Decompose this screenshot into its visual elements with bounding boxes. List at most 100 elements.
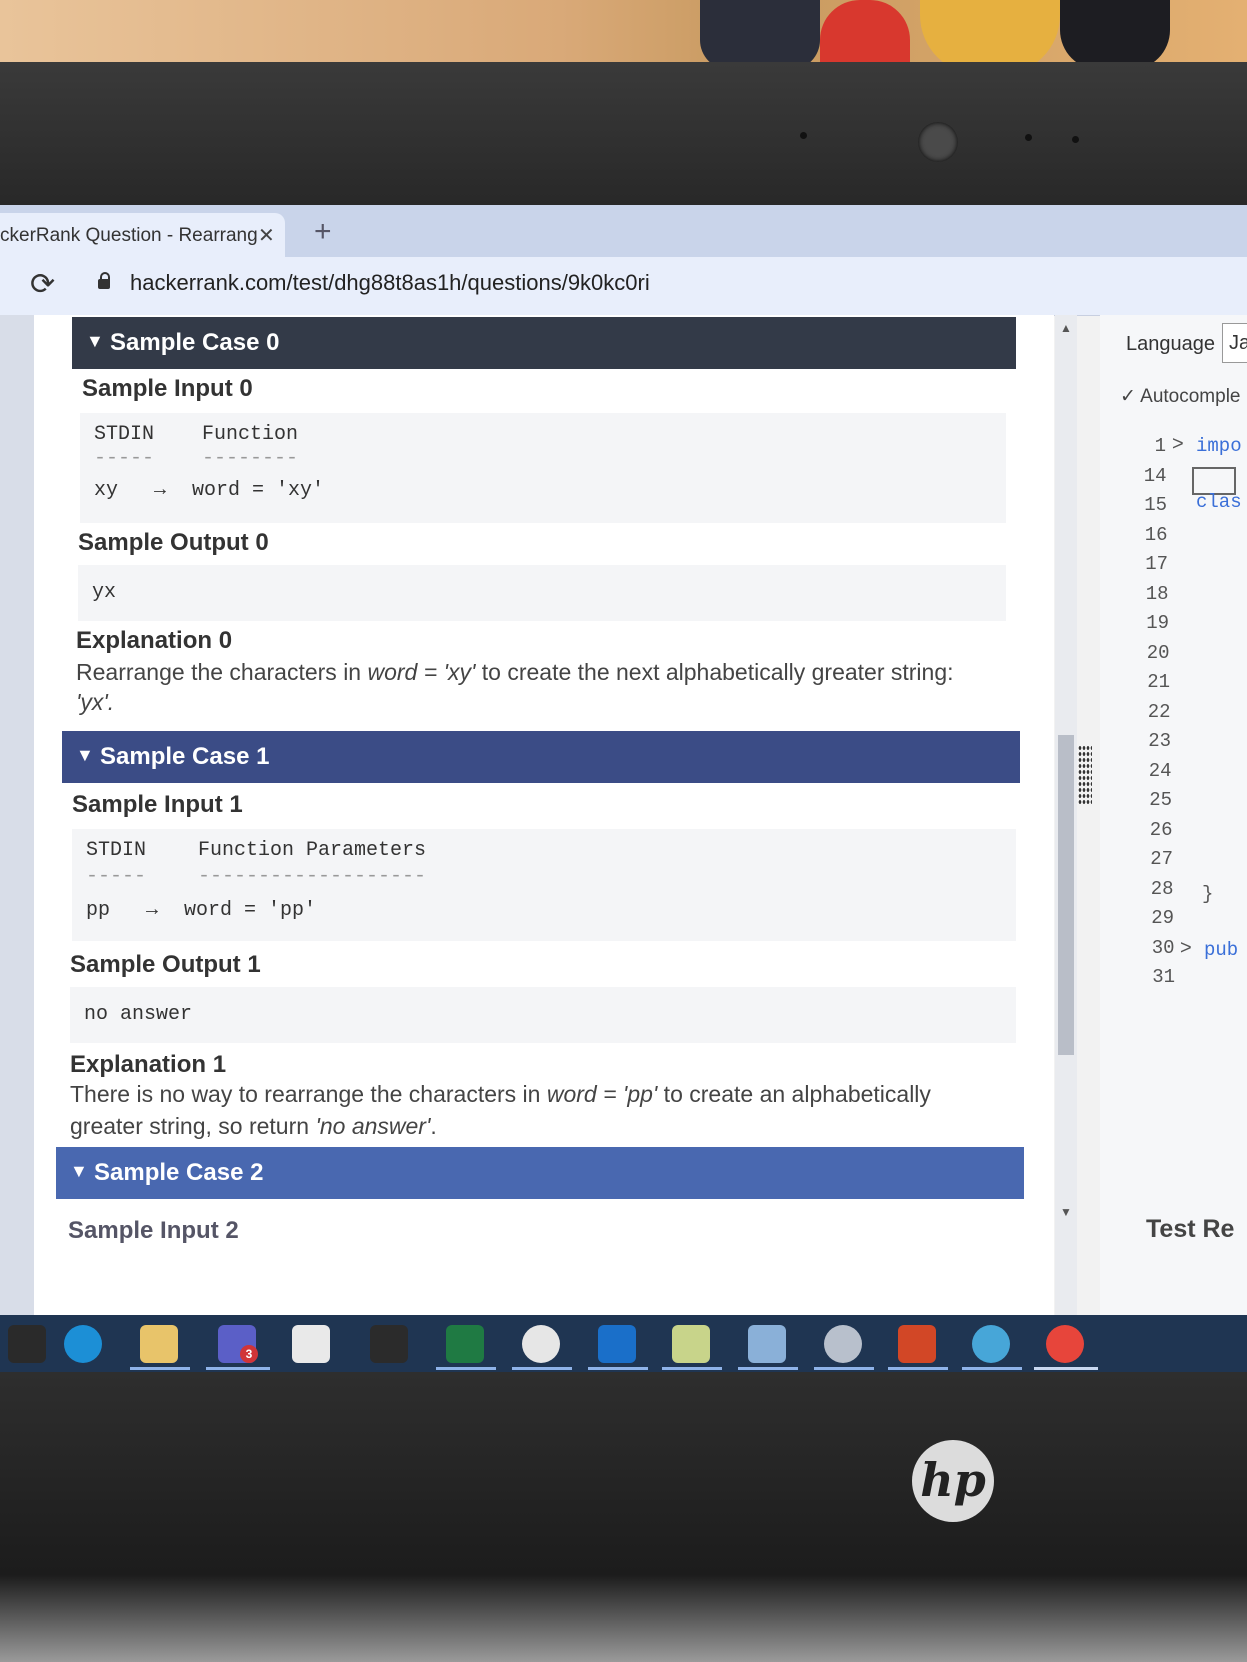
running-indicator: [130, 1367, 190, 1370]
collapse-triangle-icon: ▼: [70, 1161, 88, 1181]
sample-case-title: Sample Case 2: [94, 1159, 264, 1186]
excel-icon[interactable]: [446, 1325, 484, 1363]
windows-taskbar: 3: [0, 1315, 1247, 1372]
explanation-label: Explanation 0: [76, 627, 233, 654]
background-object: [700, 0, 820, 70]
new-tab-button[interactable]: +: [314, 215, 332, 249]
laptop-bezel-bottom: hp: [0, 1372, 1247, 1662]
input-value: pp: [86, 899, 111, 922]
line-number: 17: [1145, 553, 1168, 575]
sample-output-label: Sample Output 0: [78, 529, 269, 556]
vertical-scrollbar[interactable]: ▲ ▼: [1055, 315, 1077, 1315]
line-number: 20: [1146, 641, 1170, 664]
teams-icon[interactable]: 3: [218, 1325, 258, 1363]
collapse-triangle-icon: ▼: [76, 745, 94, 765]
laptop-bezel-top: [0, 62, 1247, 222]
stdin-rule: -----: [86, 865, 147, 888]
sample-input-label: Sample Input 0: [82, 375, 253, 402]
explanation-text-line2: greater string, so return 'no answer'.: [70, 1113, 437, 1140]
explanation-code: 'yx'.: [76, 689, 115, 715]
explanation-text-part: Rearrange the characters in: [76, 659, 368, 685]
line-number: 23: [1148, 730, 1171, 752]
line-number: 29: [1151, 907, 1174, 929]
running-indicator: [436, 1367, 496, 1370]
browser-tab[interactable]: ckerRank Question - Rearrang ✕: [0, 213, 285, 257]
explanation-text-part: .: [430, 1113, 437, 1139]
terminal-icon[interactable]: [370, 1325, 408, 1363]
output-value: no answer: [84, 1003, 193, 1026]
explanation-code: word = 'pp': [546, 1081, 658, 1107]
chart-app-icon[interactable]: [672, 1325, 710, 1363]
lock-app-icon[interactable]: [748, 1325, 786, 1363]
test-results-label: Test Re: [1146, 1215, 1235, 1243]
sample-output-box: yx: [78, 565, 1006, 621]
code-token[interactable]: clas: [1196, 491, 1242, 513]
network-app-icon[interactable]: [824, 1325, 862, 1363]
line-number: 31: [1152, 966, 1175, 988]
task-view-icon[interactable]: [8, 1325, 46, 1363]
running-indicator: [588, 1367, 648, 1370]
sample-case-1-header[interactable]: ▼ Sample Case 1: [62, 731, 1020, 783]
check-circle-icon: ✓: [1120, 386, 1141, 407]
line-number: 19: [1146, 612, 1169, 634]
line-number: 26: [1149, 818, 1173, 841]
fold-arrow-icon[interactable]: >: [1180, 937, 1192, 960]
code-token[interactable]: }: [1202, 883, 1213, 905]
running-indicator: [962, 1367, 1022, 1370]
stdin-rule: -----: [94, 447, 155, 470]
arrow-glyph: →: [154, 479, 167, 502]
reload-icon[interactable]: ⟳: [30, 267, 55, 302]
sample-output-box: no answer: [70, 987, 1016, 1043]
line-number: 22: [1147, 700, 1171, 723]
sample-case-title: Sample Case 0: [110, 329, 280, 356]
language-select[interactable]: Ja: [1222, 323, 1247, 363]
running-indicator: [512, 1367, 572, 1370]
globe-app-icon[interactable]: [522, 1325, 560, 1363]
running-indicator: [888, 1367, 948, 1370]
code-token[interactable]: impo: [1196, 435, 1242, 457]
chrome-icon[interactable]: [1046, 1325, 1084, 1363]
function-header: Function: [202, 423, 299, 446]
sample-case-2-header[interactable]: ▼ Sample Case 2: [56, 1147, 1024, 1199]
outlook-icon[interactable]: [598, 1325, 636, 1363]
sample-case-0-header[interactable]: ▼ Sample Case 0: [72, 317, 1016, 369]
running-indicator: [738, 1367, 798, 1370]
tab-title: ckerRank Question - Rearrang: [0, 225, 258, 246]
scroll-down-icon[interactable]: ▼: [1060, 1205, 1072, 1219]
function-header: Function Parameters: [198, 839, 427, 862]
stdin-header: STDIN: [94, 423, 155, 446]
left-panel-edge: [0, 315, 34, 1315]
sample-input-label: Sample Input 1: [72, 791, 243, 818]
lock-icon: [98, 272, 110, 289]
webcam: [918, 122, 958, 162]
close-tab-icon[interactable]: ✕: [258, 223, 275, 248]
code-token[interactable]: pub: [1204, 939, 1238, 961]
autocomplete-toggle[interactable]: ✓ Autocomple: [1120, 385, 1241, 408]
sample-input-label: Sample Input 2: [68, 1217, 239, 1244]
sample-input-box: STDIN Function ----- -------- xy → word …: [80, 413, 1006, 523]
url-field[interactable]: hackerrank.com/test/dhg88t8as1h/question…: [130, 270, 650, 296]
sensor-dot: [1072, 136, 1079, 143]
edge-icon[interactable]: [64, 1325, 102, 1363]
file-explorer-icon[interactable]: [140, 1325, 178, 1363]
panel-resize-handle[interactable]: [1078, 745, 1092, 805]
sample-output-label: Sample Output 1: [70, 951, 261, 978]
notification-badge: 3: [240, 1345, 258, 1363]
autocomplete-label: Autocomple: [1140, 386, 1241, 407]
running-indicator: [662, 1367, 722, 1370]
hp-logo: hp: [912, 1440, 994, 1522]
explanation-text-part: to create the next alphabetically greate…: [475, 659, 954, 685]
sample-input-box: STDIN Function Parameters ----- --------…: [72, 829, 1016, 941]
scroll-thumb[interactable]: [1058, 735, 1074, 1055]
powerpoint-icon[interactable]: [898, 1325, 936, 1363]
meeting-app-icon[interactable]: [972, 1325, 1010, 1363]
address-bar: ⟳ hackerrank.com/test/dhg88t8as1h/questi…: [0, 257, 1247, 316]
input-value: xy: [94, 479, 119, 502]
store-icon[interactable]: [292, 1325, 330, 1363]
active-indicator: [1034, 1367, 1098, 1370]
explanation-text-part: greater string, so return: [70, 1113, 316, 1139]
line-number: 1: [1154, 435, 1166, 457]
scroll-up-icon[interactable]: ▲: [1060, 321, 1072, 335]
fold-arrow-icon[interactable]: >: [1172, 433, 1184, 456]
collapse-triangle-icon: ▼: [86, 331, 104, 351]
